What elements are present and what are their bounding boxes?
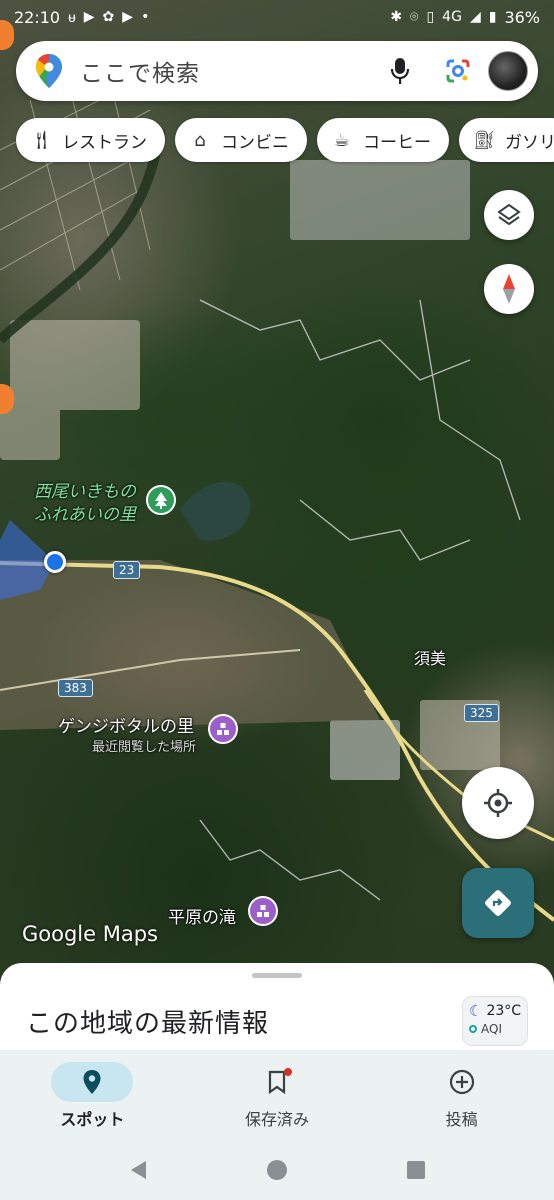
chip-label: ガソリ [505, 132, 554, 153]
aqi-indicator-icon [469, 1025, 477, 1033]
my-location-button[interactable] [462, 767, 534, 839]
layers-icon [497, 203, 521, 226]
tab-contribute-icon-wrap [421, 1062, 503, 1102]
search-input[interactable]: ここで検索 [80, 54, 380, 88]
crosshair-icon [484, 789, 512, 817]
add-circle-icon [449, 1069, 474, 1095]
directions-icon [485, 890, 511, 916]
route-shield-325: 325 [464, 704, 499, 722]
attraction-icon[interactable] [248, 896, 278, 926]
directions-button[interactable] [462, 868, 534, 938]
youtube-icon: ▶ [122, 9, 134, 25]
notification-dot [284, 1068, 292, 1076]
chip-gas-station[interactable]: ⛽︎ ガソリ [459, 118, 554, 162]
tab-contribute[interactable]: 投稿 [369, 1050, 554, 1140]
bottom-navigation: スポット 保存済み 投稿 [0, 1050, 554, 1140]
tab-spot-icon-wrap [51, 1062, 134, 1102]
app-icon: ✿ [102, 9, 115, 25]
tab-label: 投稿 [445, 1110, 478, 1129]
battery-icon: ▮ [488, 9, 497, 25]
location-icon: ⌾ [410, 9, 419, 25]
microphone-icon[interactable] [380, 51, 420, 91]
bluetooth-icon: ✱ [390, 9, 403, 25]
signal-icon: ᵾ [68, 9, 76, 26]
chip-label: コーヒー [363, 132, 431, 153]
poi-park-label-line1: 西尾いきもの [34, 482, 136, 502]
battery-level: 36% [504, 7, 540, 27]
category-chips: 🍴︎ レストラン ⌂ コンビニ ☕︎ コーヒー ⛽︎ ガソリ [16, 118, 554, 162]
poi-park-label-line2: ふれあいの里 [34, 505, 136, 525]
sheet-drag-handle[interactable] [252, 973, 302, 978]
avatar[interactable] [488, 51, 528, 91]
poi-genji-sublabel: 最近閲覧した場所 [92, 740, 197, 755]
weather-widget[interactable]: ☾ 23°C AQI [462, 996, 528, 1046]
compass-icon [503, 274, 515, 304]
town-label: 須美 [414, 649, 447, 668]
coffee-icon: ☕︎ [333, 129, 351, 151]
google-maps-pin-icon [36, 54, 62, 88]
attraction-icon[interactable] [208, 714, 238, 744]
google-lens-icon[interactable] [438, 51, 478, 91]
search-bar[interactable]: ここで検索 [16, 41, 538, 101]
chip-restaurant[interactable]: 🍴︎ レストラン [16, 118, 165, 162]
pin-icon [83, 1070, 101, 1094]
signal-strength-icon: ◢ [469, 9, 481, 25]
home-icon[interactable] [265, 1158, 289, 1182]
moon-icon: ☾ [469, 1002, 483, 1020]
current-location-dot [44, 551, 66, 573]
temperature: 23°C [486, 1003, 522, 1019]
status-bar: 22:10 ᵾ ▶ ✿ ▶ • ✱ ⌾ ▯ 4G ◢ ▮ 36% [0, 0, 554, 34]
back-icon[interactable] [128, 1159, 148, 1181]
gas-station-icon: ⛽︎ [473, 129, 496, 151]
tab-saved[interactable]: 保存済み [185, 1050, 370, 1140]
park-tree-icon[interactable] [146, 485, 176, 515]
system-navigation-bar [0, 1140, 554, 1200]
tab-spot[interactable]: スポット [0, 1050, 185, 1140]
tab-saved-icon-wrap [236, 1062, 318, 1102]
chip-convenience-store[interactable]: ⌂ コンビニ [175, 118, 307, 162]
compass-button[interactable] [484, 264, 534, 314]
chip-coffee[interactable]: ☕︎ コーヒー [317, 118, 449, 162]
network-type: 4G [442, 9, 462, 25]
status-time: 22:10 [14, 7, 61, 27]
tab-label: スポット [60, 1110, 125, 1129]
store-icon: ⌂ [194, 129, 206, 151]
poi-genji-label[interactable]: ゲンジボタルの里 [58, 712, 194, 737]
aqi-label: AQI [481, 1022, 502, 1036]
poi-waterfall-label[interactable]: 平原の滝 [168, 903, 236, 928]
vibrate-icon: ▯ [426, 9, 435, 25]
tab-label: 保存済み [245, 1110, 310, 1129]
chip-label: レストラン [62, 132, 147, 153]
youtube-icon: ▶ [83, 9, 95, 25]
chip-label: コンビニ [221, 132, 289, 153]
recents-icon[interactable] [406, 1160, 426, 1180]
fork-knife-icon: 🍴︎ [30, 129, 53, 151]
dot-icon: • [141, 9, 150, 25]
route-shield-23: 23 [113, 561, 141, 579]
poi-park-label[interactable]: 西尾いきもの ふれあいの里 [34, 481, 136, 527]
google-maps-logo: Google Maps [22, 922, 158, 946]
route-shield-383: 383 [58, 679, 93, 697]
layers-button[interactable] [484, 190, 534, 240]
sheet-title: この地域の最新情報 [26, 1009, 270, 1039]
